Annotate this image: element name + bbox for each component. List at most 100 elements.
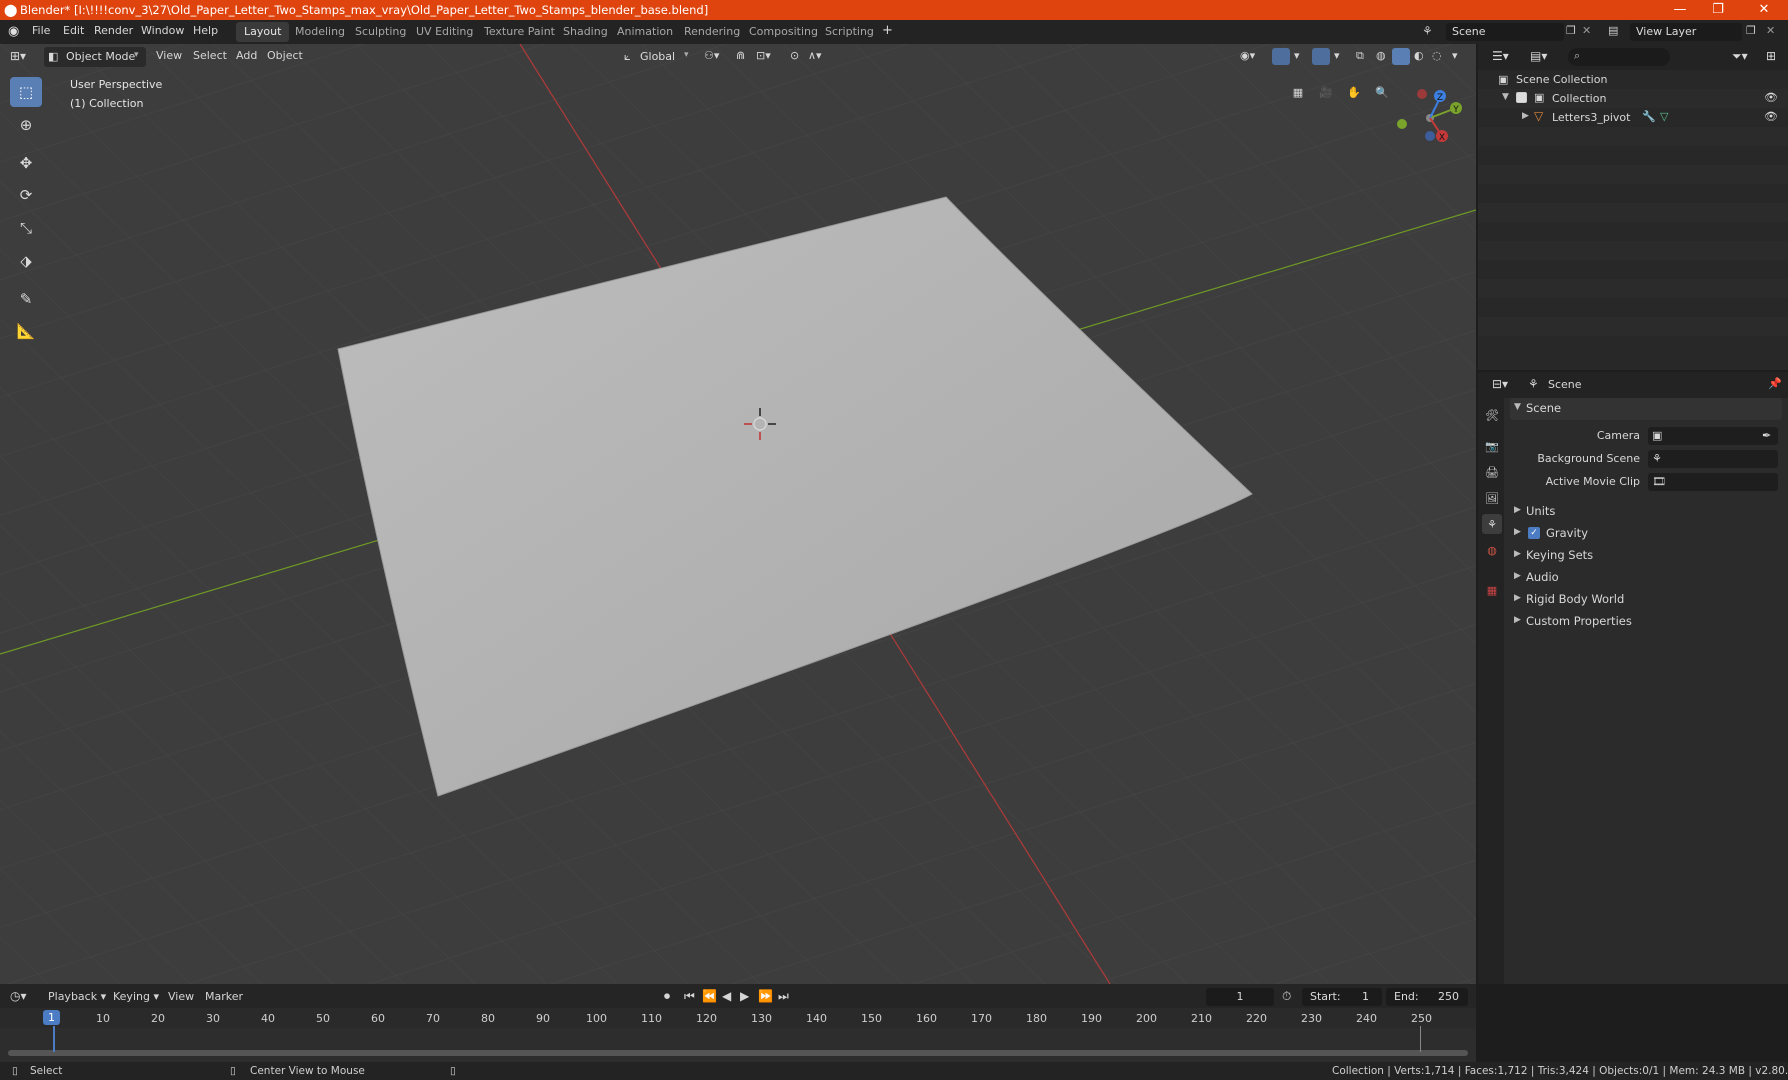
start-frame-field[interactable]: Start: 1 [1302,988,1382,1006]
mesh-data-icon[interactable]: ▽ [1660,110,1668,123]
new-collection-icon[interactable]: ⊞ [1766,49,1776,63]
collection-checkbox[interactable] [1516,92,1527,103]
camera-field[interactable]: ▣ ✒ [1648,427,1778,445]
tab-sculpting[interactable]: Sculpting [347,22,414,42]
falloff-icon[interactable]: ∧▾ [808,49,822,62]
eyedropper-icon[interactable]: ✒ [1762,429,1771,442]
output-tab-icon[interactable]: 🖨 [1482,462,1502,482]
select-box-tool[interactable]: ⬚ [10,77,42,107]
gizmo-dropdown-icon[interactable]: ▾ [1294,49,1300,62]
tab-rendering[interactable]: Rendering [676,22,748,42]
menu-select[interactable]: Select [193,49,227,62]
menu-object[interactable]: Object [267,49,303,62]
blender-menu-icon[interactable]: ◉ [8,24,19,39]
tab-scripting[interactable]: Scripting [817,22,882,42]
end-frame-field[interactable]: End: 250 [1386,988,1468,1006]
custom-properties-panel[interactable]: ▶ Custom Properties [1510,611,1782,633]
filter-icon[interactable]: ⏷▾ [1732,49,1748,64]
scene-field[interactable]: Scene [1446,23,1564,41]
rotate-tool[interactable]: ⟳ [10,180,42,210]
rendered-shading-icon[interactable]: ◌ [1432,49,1442,62]
menu-add[interactable]: Add [236,49,257,62]
marker-menu[interactable]: Marker [205,990,243,1003]
gravity-panel[interactable]: ▶ ✓ Gravity [1510,523,1782,545]
wireframe-shading-icon[interactable]: ◍ [1376,49,1386,62]
remove-scene-icon[interactable]: ✕ [1582,24,1591,37]
new-view-layer-icon[interactable]: ❐ [1746,24,1756,37]
pan-hand-icon[interactable]: ✋ [1342,80,1366,104]
menu-file[interactable]: File [32,24,50,37]
stopwatch-icon[interactable]: ⏱ [1282,989,1291,1004]
outliner-search-input[interactable]: ⌕ [1568,48,1670,66]
keying-menu[interactable]: Keying ▾ [113,990,159,1003]
scene-panel-header[interactable]: ▼ Scene [1510,398,1782,420]
overlays-toggle-icon[interactable] [1312,48,1330,65]
view-layer-field[interactable]: View Layer [1630,23,1742,41]
outliner-row-scene-collection[interactable]: ▣ Scene Collection [1478,70,1788,89]
tab-uv-editing[interactable]: UV Editing [408,22,481,42]
camera-view-icon[interactable]: 🎥 [1314,80,1338,104]
menu-view[interactable]: View [156,49,182,62]
view-layer-icon[interactable]: ▤ [1608,24,1618,37]
eye-icon[interactable]: 👁 [1764,91,1778,104]
expand-arrow-icon[interactable]: ▼ [1502,92,1509,102]
outliner-row-object[interactable]: ▶ ▽ Letters3_pivot 🔧 ▽ 👁 [1478,108,1788,127]
editor-type-icon[interactable]: ⊞▾ [10,49,26,63]
prev-keyframe-button[interactable]: ⏪ [702,989,717,1003]
tab-animation[interactable]: Animation [609,22,681,42]
xray-icon[interactable]: ⧉ [1356,49,1364,63]
material-shading-icon[interactable]: ◐ [1414,49,1424,62]
menu-render[interactable]: Render [94,24,133,37]
navigation-gizmo[interactable]: Y Z X [1390,82,1470,152]
gravity-checkbox[interactable]: ✓ [1528,527,1540,539]
snap-target-icon[interactable]: ⊡▾ [756,49,771,62]
scene-tab-icon[interactable]: ⚘ [1482,514,1502,534]
tool-tab-icon[interactable]: 🛠 [1482,405,1502,425]
current-frame-field[interactable]: 1 [1206,988,1274,1006]
audio-panel[interactable]: ▶ Audio [1510,567,1782,589]
tab-compositing[interactable]: Compositing [741,22,826,42]
record-button[interactable]: ⏺ [664,989,670,1004]
keying-sets-panel[interactable]: ▶ Keying Sets [1510,545,1782,567]
texture-tab-icon[interactable]: ▦ [1482,580,1502,600]
active-movie-clip-field[interactable]: 🎞 [1648,473,1778,491]
shading-options-icon[interactable]: ▾ [1452,49,1458,62]
tab-modeling[interactable]: Modeling [287,22,353,42]
3d-viewport[interactable] [0,44,1476,984]
rigid-body-world-panel[interactable]: ▶ Rigid Body World [1510,589,1782,611]
scale-tool[interactable]: ⤡ [10,213,42,243]
close-button[interactable]: ✕ [1746,1,1782,19]
play-button[interactable]: ▶ [740,989,749,1003]
grid-view-icon[interactable]: ▦ [1286,80,1310,104]
menu-edit[interactable]: Edit [63,24,84,37]
timeline-scrollbar[interactable] [8,1050,1468,1056]
current-frame-marker[interactable]: 1 [43,1010,60,1025]
overlays-dropdown-icon[interactable]: ▾ [1334,49,1340,62]
measure-tool[interactable]: 📐 [10,316,42,346]
pin-icon[interactable]: 📌 [1768,377,1782,390]
tab-layout[interactable]: Layout [236,22,290,42]
modifier-wrench-icon[interactable]: 🔧 [1642,110,1656,123]
cursor-tool[interactable]: ⊕ [10,110,42,140]
playback-menu[interactable]: Playback ▾ [48,990,106,1003]
view-layer-tab-icon[interactable]: 🖼 [1482,488,1502,508]
mode-dropdown[interactable]: ◧ Object Mode ▾ [44,47,146,67]
pivot-point-icon[interactable]: ⚇▾ [704,49,719,62]
gizmo-toggle-icon[interactable] [1272,48,1290,65]
solid-shading-icon[interactable] [1392,48,1410,65]
world-tab-icon[interactable]: ◍ [1482,540,1502,560]
outliner-row-collection[interactable]: ▼ ▣ Collection 👁 [1478,89,1788,108]
snap-icon[interactable]: ⋒ [736,49,745,62]
proportional-editing-icon[interactable]: ⊙ [790,49,799,62]
timeline-editor-icon[interactable]: ◷▾ [10,989,27,1003]
render-tab-icon[interactable]: 📷 [1482,436,1502,456]
jump-end-button[interactable]: ⏭ [778,989,789,1004]
outliner-editor-icon[interactable]: ☰▾ [1492,49,1509,63]
menu-help[interactable]: Help [193,24,218,37]
annotate-tool[interactable]: ✎ [10,284,42,314]
tab-texture-paint[interactable]: Texture Paint [476,22,563,42]
visibility-icon[interactable]: ◉▾ [1240,49,1255,62]
add-workspace-button[interactable]: + [882,23,893,38]
properties-editor-icon[interactable]: ⊟▾ [1492,377,1508,391]
scene-selector-icon[interactable]: ⚘ [1422,24,1433,38]
